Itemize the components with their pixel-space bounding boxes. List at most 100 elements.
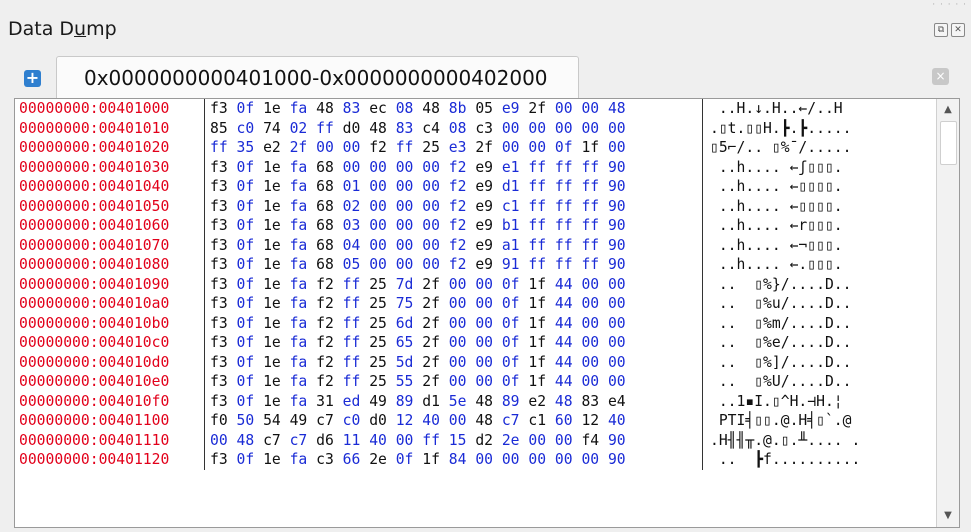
hex-byte[interactable]: ff bbox=[528, 198, 546, 215]
hex-byte[interactable]: fa bbox=[290, 373, 308, 390]
hex-byte[interactable]: 25 bbox=[369, 295, 387, 312]
hex-byte[interactable]: 89 bbox=[396, 393, 414, 410]
hex-byte[interactable]: f2 bbox=[449, 237, 467, 254]
hex-byte[interactable]: 48 bbox=[369, 120, 387, 137]
hex-byte[interactable]: 0f bbox=[502, 354, 520, 371]
hex-byte[interactable]: ff bbox=[581, 217, 599, 234]
hex-byte[interactable]: 90 bbox=[608, 237, 626, 254]
scroll-thumb[interactable] bbox=[940, 121, 957, 165]
hex-byte[interactable]: 00 bbox=[528, 139, 546, 156]
hex-row[interactable]: 00000000:00401050 f3 0f 1e fa 68 02 00 00… bbox=[15, 196, 935, 216]
hex-byte[interactable]: 04 bbox=[343, 237, 361, 254]
hex-byte[interactable]: f3 bbox=[210, 256, 228, 273]
hex-byte[interactable]: 83 bbox=[396, 120, 414, 137]
hex-byte[interactable]: 25 bbox=[369, 354, 387, 371]
hex-byte[interactable]: 00 bbox=[475, 373, 493, 390]
scroll-up-icon[interactable]: ▲ bbox=[937, 101, 959, 119]
hex-byte[interactable]: d0 bbox=[343, 120, 361, 137]
hex-byte[interactable]: 60 bbox=[555, 412, 573, 429]
hex-byte[interactable]: 00 bbox=[581, 120, 599, 137]
hex-byte[interactable]: 0f bbox=[237, 237, 255, 254]
hex-byte[interactable]: 44 bbox=[555, 373, 573, 390]
hex-byte[interactable]: fa bbox=[290, 159, 308, 176]
hex-byte[interactable]: 00 bbox=[316, 139, 334, 156]
hex-byte[interactable]: 00 bbox=[608, 276, 626, 293]
hex-byte[interactable]: 00 bbox=[449, 354, 467, 371]
hex-byte[interactable]: 0f bbox=[237, 451, 255, 468]
hex-byte[interactable]: 2f bbox=[422, 295, 440, 312]
hex-byte[interactable]: 1f bbox=[528, 295, 546, 312]
hex-byte[interactable]: 8b bbox=[449, 100, 467, 117]
hex-byte[interactable]: c3 bbox=[316, 451, 334, 468]
hex-byte[interactable]: f3 bbox=[210, 159, 228, 176]
tab-memory-range[interactable]: 0x0000000000401000-0x0000000000402000 bbox=[56, 56, 579, 99]
hex-byte[interactable]: e2 bbox=[263, 139, 281, 156]
hex-byte[interactable]: 00 bbox=[422, 256, 440, 273]
hex-byte[interactable]: ff bbox=[581, 178, 599, 195]
hex-byte[interactable]: fa bbox=[290, 237, 308, 254]
hex-byte[interactable]: 00 bbox=[422, 159, 440, 176]
hex-byte[interactable]: 85 bbox=[210, 120, 228, 137]
hex-byte[interactable]: 40 bbox=[608, 412, 626, 429]
vertical-scrollbar[interactable]: ▲ ▼ bbox=[936, 99, 959, 527]
hex-byte[interactable]: 11 bbox=[343, 432, 361, 449]
restore-window-icon[interactable]: ⧉ bbox=[934, 23, 948, 37]
hex-byte[interactable]: f3 bbox=[210, 315, 228, 332]
hex-byte[interactable]: 00 bbox=[608, 373, 626, 390]
hex-byte[interactable]: 1e bbox=[263, 159, 281, 176]
hex-row[interactable]: 00000000:004010a0 f3 0f 1e fa f2 ff 25 75… bbox=[15, 294, 935, 314]
hex-byte[interactable]: f2 bbox=[449, 217, 467, 234]
hex-byte[interactable]: 50 bbox=[237, 412, 255, 429]
hex-byte[interactable]: 6d bbox=[396, 315, 414, 332]
hex-byte[interactable]: 00 bbox=[475, 315, 493, 332]
hex-byte[interactable]: 1e bbox=[263, 354, 281, 371]
hex-byte[interactable]: fa bbox=[290, 451, 308, 468]
hex-byte[interactable]: 1f bbox=[528, 315, 546, 332]
hex-byte[interactable]: f3 bbox=[210, 373, 228, 390]
hex-byte[interactable]: 00 bbox=[369, 217, 387, 234]
hex-byte[interactable]: 00 bbox=[608, 315, 626, 332]
hex-byte[interactable]: 40 bbox=[422, 412, 440, 429]
close-tab-button[interactable]: × bbox=[932, 68, 949, 85]
hex-byte[interactable]: 1f bbox=[528, 354, 546, 371]
hex-byte[interactable]: 1e bbox=[263, 178, 281, 195]
hex-byte[interactable]: 0f bbox=[555, 139, 573, 156]
hex-byte[interactable]: f4 bbox=[581, 432, 599, 449]
hex-byte[interactable]: 48 bbox=[555, 393, 573, 410]
hex-byte[interactable]: 00 bbox=[369, 159, 387, 176]
hex-byte[interactable]: f2 bbox=[369, 139, 387, 156]
hex-byte[interactable]: 48 bbox=[237, 432, 255, 449]
hex-byte[interactable]: ec bbox=[369, 100, 387, 117]
hex-byte[interactable]: 00 bbox=[396, 178, 414, 195]
hex-row[interactable]: 00000000:004010f0 f3 0f 1e fa 31 ed 49 89… bbox=[15, 391, 935, 411]
hex-byte[interactable]: 00 bbox=[422, 178, 440, 195]
hex-byte[interactable]: 44 bbox=[555, 334, 573, 351]
hex-byte[interactable]: d6 bbox=[316, 432, 334, 449]
hex-byte[interactable]: 00 bbox=[396, 217, 414, 234]
hex-byte[interactable]: 00 bbox=[555, 100, 573, 117]
hex-byte[interactable]: 00 bbox=[343, 159, 361, 176]
hex-byte[interactable]: 5e bbox=[449, 393, 467, 410]
hex-byte[interactable]: 0f bbox=[237, 100, 255, 117]
hex-byte[interactable]: 00 bbox=[581, 276, 599, 293]
hex-byte[interactable]: fa bbox=[290, 334, 308, 351]
hex-byte[interactable]: 00 bbox=[343, 139, 361, 156]
hex-byte[interactable]: e9 bbox=[502, 100, 520, 117]
hex-byte[interactable]: 0f bbox=[237, 373, 255, 390]
hex-byte[interactable]: 00 bbox=[396, 159, 414, 176]
hex-byte[interactable]: 1e bbox=[263, 451, 281, 468]
hex-byte[interactable]: f3 bbox=[210, 295, 228, 312]
hex-byte[interactable]: 25 bbox=[369, 276, 387, 293]
hex-byte[interactable]: e9 bbox=[475, 217, 493, 234]
hex-byte[interactable]: 00 bbox=[502, 120, 520, 137]
hex-byte[interactable]: 00 bbox=[608, 354, 626, 371]
hex-byte[interactable]: ff bbox=[555, 256, 573, 273]
hex-byte[interactable]: ff bbox=[581, 198, 599, 215]
hex-byte[interactable]: f2 bbox=[449, 256, 467, 273]
hex-byte[interactable]: 49 bbox=[369, 393, 387, 410]
hex-byte[interactable]: ff bbox=[528, 159, 546, 176]
hex-byte[interactable]: f3 bbox=[210, 393, 228, 410]
hex-byte[interactable]: 00 bbox=[581, 334, 599, 351]
hex-byte[interactable]: 25 bbox=[422, 139, 440, 156]
hex-byte[interactable]: 0f bbox=[502, 276, 520, 293]
